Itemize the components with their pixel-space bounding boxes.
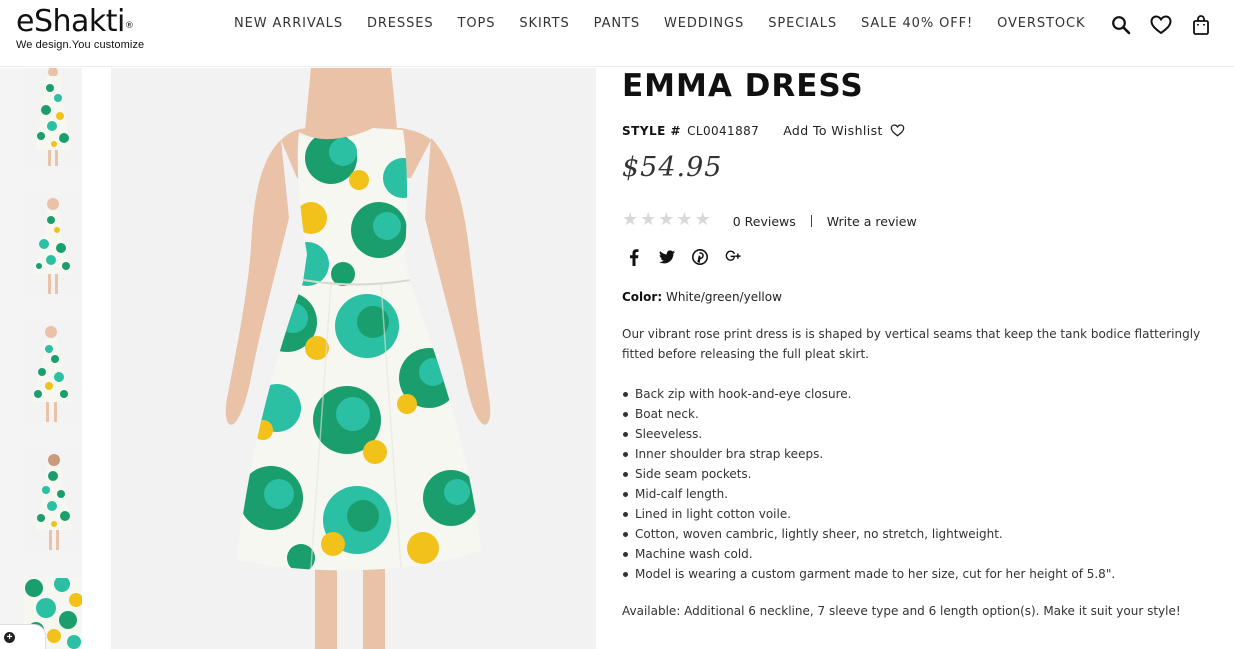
pinterest-icon[interactable] [692,248,708,266]
product-price: $54.95 [622,152,723,183]
style-label: STYLE # [622,123,682,138]
list-item: Mid-calf length. [622,484,1115,504]
nav-item-pants[interactable]: PANTS [594,16,640,31]
twitter-icon[interactable] [659,248,675,266]
divider [810,215,812,227]
product-title: EMMA DRESS [622,68,864,104]
brand-tagline: We design.You customize [16,39,145,51]
list-item: Back zip with hook-and-eye closure. [622,384,1115,404]
brand-logo[interactable]: eShakti® We design.You customize [16,4,145,52]
thumbnail-4[interactable] [24,450,82,554]
star-icon[interactable]: ★ [640,209,656,229]
registered-mark: ® [124,21,134,31]
thumbnail-1[interactable] [24,68,82,170]
thumbnail-3[interactable] [24,322,82,426]
list-item: Cotton, woven cambric, lightly sheer, no… [622,524,1115,544]
star-icon[interactable]: ★ [658,209,674,229]
plus-icon: + [4,631,15,643]
nav-item-sale[interactable]: SALE 40% OFF! [861,16,973,31]
wishlist-label: Add To Wishlist [783,123,883,138]
product-main-image[interactable] [111,68,596,649]
star-icon[interactable]: ★ [695,209,711,229]
star-icon[interactable]: ★ [676,209,692,229]
shopping-bag-icon[interactable] [1188,12,1214,38]
customization-availability: Available: Additional 6 neckline, 7 slee… [622,604,1181,618]
feature-list: Back zip with hook-and-eye closure. Boat… [622,384,1115,584]
style-code: CL0041887 [687,123,760,138]
reviews-count-link[interactable]: 0 Reviews [733,214,796,229]
list-item: Model is wearing a custom garment made t… [622,564,1115,584]
nav-item-dresses[interactable]: DRESSES [367,16,434,31]
thumbnail-2[interactable] [24,194,82,298]
add-to-wishlist-link[interactable]: Add To Wishlist [783,123,905,138]
site-header: eShakti® We design.You customize NEW ARR… [0,0,1234,67]
color-label: Color: [622,290,663,304]
brand-name: eShakti [16,4,125,39]
dress-illustration [111,68,596,649]
google-plus-icon[interactable] [725,248,741,266]
nav-item-weddings[interactable]: WEDDINGS [664,16,744,31]
write-review-link[interactable]: Write a review [827,214,917,229]
nav-item-tops[interactable]: TOPS [458,16,496,31]
thumbnail-column [0,68,110,649]
color-row: Color: White/green/yellow [622,290,782,304]
color-value: White/green/yellow [665,290,782,304]
list-item: Inner shoulder bra strap keeps. [622,444,1115,464]
nav-item-specials[interactable]: SPECIALS [768,16,837,31]
expand-thumbnails-button[interactable]: + [0,624,46,649]
rating-row: ★ ★ ★ ★ ★ 0 Reviews Write a review [622,209,917,229]
star-rating[interactable]: ★ ★ ★ ★ ★ [622,209,711,229]
list-item: Lined in light cotton voile. [622,504,1115,524]
list-item: Boat neck. [622,404,1115,424]
nav-item-overstock[interactable]: OVERSTOCK [997,16,1085,31]
main-nav: NEW ARRIVALS DRESSES TOPS SKIRTS PANTS W… [234,16,1109,31]
product-description: Our vibrant rose print dress is is shape… [622,327,1201,361]
search-icon[interactable] [1108,12,1134,38]
star-icon[interactable]: ★ [622,209,638,229]
nav-item-new-arrivals[interactable]: NEW ARRIVALS [234,16,343,31]
thumbnail-divider [82,68,110,649]
list-item: Machine wash cold. [622,544,1115,564]
facebook-icon[interactable] [626,248,642,266]
heart-icon[interactable] [1148,12,1174,38]
list-item: Side seam pockets. [622,464,1115,484]
nav-item-skirts[interactable]: SKIRTS [519,16,569,31]
wishlist-heart-icon [890,124,905,137]
list-item: Sleeveless. [622,424,1115,444]
social-share [626,248,741,266]
style-row: STYLE # CL0041887 Add To Wishlist [622,123,905,138]
header-icons [1108,12,1214,38]
